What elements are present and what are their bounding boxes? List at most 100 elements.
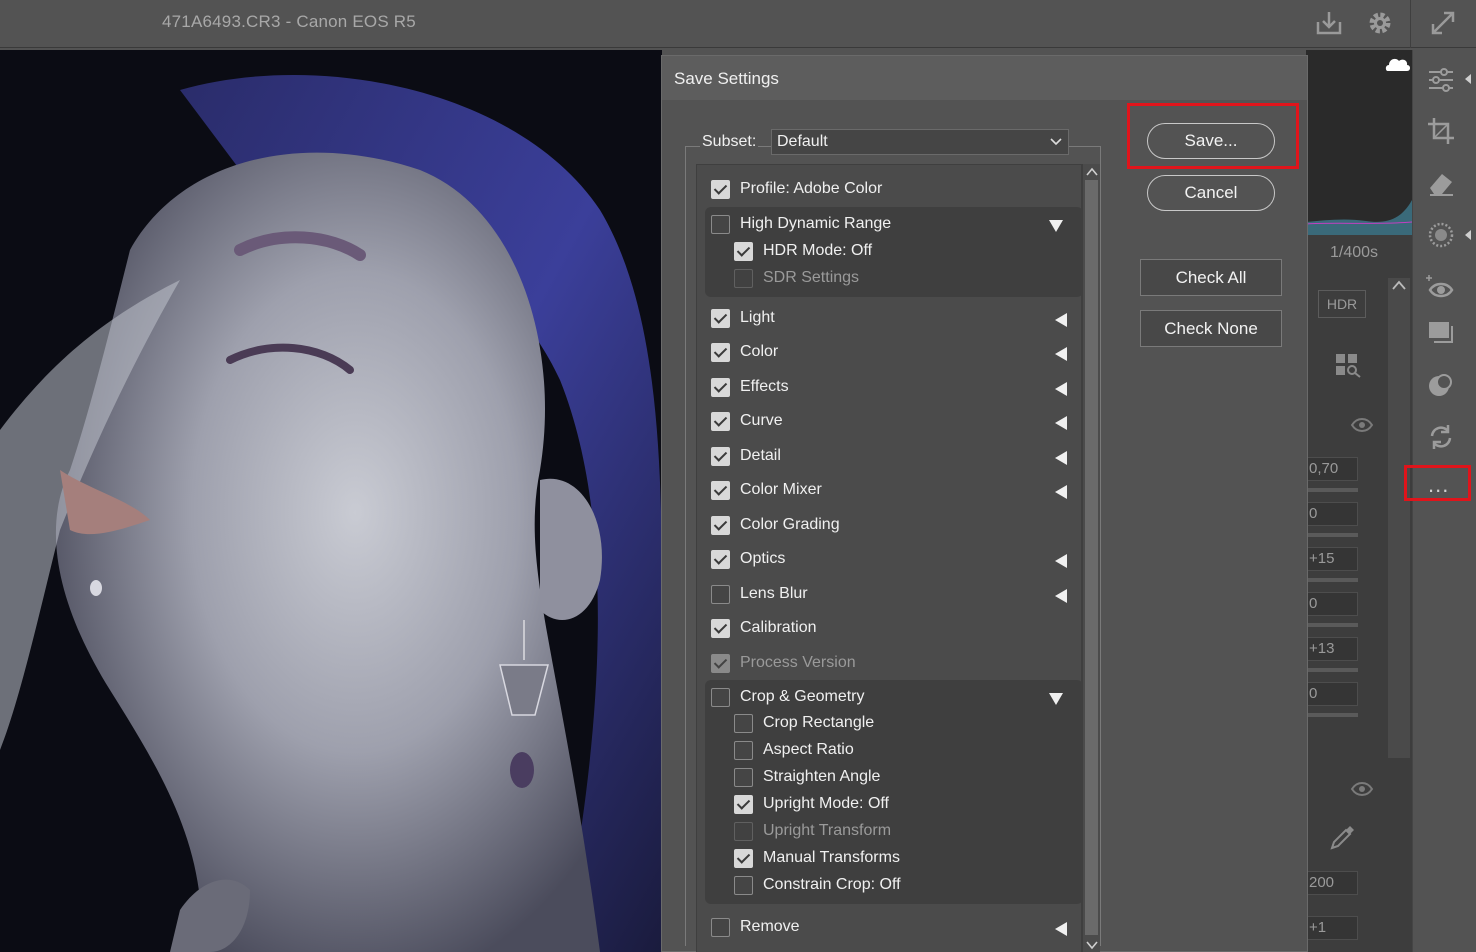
checklist-row[interactable]: Profile: Adobe Color (697, 177, 1081, 203)
checkbox[interactable] (734, 849, 753, 868)
checkbox[interactable] (711, 918, 730, 937)
disclosure-collapsed-icon[interactable] (1055, 416, 1067, 430)
checklist-row[interactable]: Remove (697, 915, 1081, 941)
slider-value[interactable]: +15 (1306, 547, 1358, 571)
cloud-icon[interactable] (1384, 53, 1412, 75)
slider-track[interactable] (1306, 533, 1358, 537)
save-button[interactable]: Save... (1147, 123, 1275, 159)
checkbox[interactable] (711, 343, 730, 362)
checklist-scrollbar[interactable] (1082, 164, 1100, 952)
checklist-row[interactable]: Aspect Ratio (697, 738, 1081, 764)
mask-icon[interactable] (1426, 220, 1456, 250)
gear-icon[interactable] (1365, 8, 1395, 38)
checklist-row[interactable]: Effects (697, 375, 1081, 401)
settings-checklist[interactable]: Profile: Adobe Color High Dynamic Range HD… (696, 164, 1082, 952)
checklist-row[interactable]: Curve (697, 409, 1081, 435)
redeye-icon[interactable] (1426, 272, 1456, 302)
more-options-icon[interactable]: ... (1428, 472, 1449, 498)
download-icon[interactable] (1314, 8, 1344, 38)
checkbox[interactable] (734, 768, 753, 787)
slider-value[interactable]: +13 (1306, 637, 1358, 661)
eye-icon[interactable] (1350, 416, 1374, 434)
disclosure-collapsed-icon[interactable] (1055, 554, 1067, 568)
presets-icon[interactable] (1426, 318, 1456, 348)
checkbox[interactable] (734, 795, 753, 814)
checklist-row[interactable]: Detail (697, 444, 1081, 470)
slider-track[interactable] (1306, 668, 1358, 672)
eraser-icon[interactable] (1426, 168, 1456, 198)
scroll-down-icon[interactable] (1086, 939, 1098, 951)
checkbox[interactable] (734, 876, 753, 895)
slider-value[interactable]: 0,70 (1306, 457, 1358, 481)
checklist-row[interactable]: Crop Rectangle (697, 711, 1081, 737)
disclosure-expanded-icon[interactable] (1049, 220, 1063, 232)
checkbox[interactable] (711, 412, 730, 431)
checklist-row[interactable]: Crop & Geometry (697, 685, 1081, 711)
checklist-row[interactable]: High Dynamic Range (697, 212, 1081, 238)
checklist-row[interactable]: Manual Transforms (697, 846, 1081, 872)
checkbox[interactable] (711, 550, 730, 569)
checklist-row[interactable]: Color Grading (697, 513, 1081, 539)
checklist-row[interactable]: Lens Blur (697, 582, 1081, 608)
checklist-row[interactable]: Calibration (697, 616, 1081, 642)
disclosure-expanded-icon[interactable] (1049, 693, 1063, 705)
hdr-button[interactable]: HDR (1318, 290, 1366, 318)
disclosure-collapsed-icon[interactable] (1055, 347, 1067, 361)
checklist-row[interactable]: Upright Mode: Off (697, 792, 1081, 818)
checkbox[interactable] (711, 619, 730, 638)
slider-value[interactable]: 0 (1306, 682, 1358, 706)
slider-track[interactable] (1306, 623, 1358, 627)
scroll-up-icon[interactable] (1392, 280, 1406, 290)
checkbox[interactable] (711, 215, 730, 234)
slider-value[interactable]: 0 (1306, 502, 1358, 526)
slider-track[interactable] (1306, 488, 1358, 492)
checkbox[interactable] (711, 481, 730, 500)
slider-track[interactable] (1306, 578, 1358, 582)
eyedropper-icon[interactable] (1328, 822, 1358, 852)
checkbox[interactable] (711, 180, 730, 199)
checkbox[interactable] (711, 516, 730, 535)
checklist-row[interactable]: Light (697, 306, 1081, 332)
grid-zoom-icon[interactable] (1334, 352, 1362, 378)
sliders-icon[interactable] (1426, 64, 1456, 94)
scroll-up-icon[interactable] (1086, 166, 1098, 178)
disclosure-collapsed-icon[interactable] (1055, 451, 1067, 465)
checkbox[interactable] (711, 447, 730, 466)
checklist-row[interactable]: Optics (697, 547, 1081, 573)
scroll-thumb[interactable] (1085, 180, 1098, 935)
slider-value[interactable]: 0 (1306, 592, 1358, 616)
check-none-button[interactable]: Check None (1140, 310, 1282, 347)
check-all-button[interactable]: Check All (1140, 259, 1282, 296)
expand-icon[interactable] (1428, 8, 1458, 38)
slider-value[interactable]: 200 (1306, 871, 1358, 895)
checklist-row[interactable]: Constrain Crop: Off (697, 873, 1081, 899)
disclosure-collapsed-icon[interactable] (1055, 589, 1067, 603)
panel-scrollbar[interactable] (1388, 278, 1410, 758)
checklist-row[interactable]: HDR Mode: Off (697, 239, 1081, 265)
disclosure-collapsed-icon[interactable] (1055, 922, 1067, 936)
slider-value[interactable]: +1 (1306, 916, 1358, 940)
checklist-row[interactable]: Color (697, 340, 1081, 366)
eye-icon[interactable] (1350, 780, 1374, 798)
checkbox (711, 654, 730, 673)
subset-dropdown[interactable]: Default (771, 129, 1069, 155)
snapshots-icon[interactable] (1426, 370, 1456, 400)
checkbox[interactable] (734, 242, 753, 261)
checkbox[interactable] (711, 378, 730, 397)
photo-preview[interactable] (0, 50, 662, 952)
sync-icon[interactable] (1426, 422, 1456, 452)
cancel-button[interactable]: Cancel (1147, 175, 1275, 211)
crop-icon[interactable] (1426, 116, 1456, 146)
checklist-label: Color (740, 343, 779, 360)
checkbox[interactable] (711, 585, 730, 604)
checklist-row[interactable]: Color Mixer (697, 478, 1081, 504)
disclosure-collapsed-icon[interactable] (1055, 485, 1067, 499)
disclosure-collapsed-icon[interactable] (1055, 313, 1067, 327)
slider-track[interactable] (1306, 713, 1358, 717)
checkbox[interactable] (734, 714, 753, 733)
checklist-row[interactable]: Straighten Angle (697, 765, 1081, 791)
checkbox[interactable] (711, 309, 730, 328)
checkbox[interactable] (711, 688, 730, 707)
checkbox[interactable] (734, 741, 753, 760)
disclosure-collapsed-icon[interactable] (1055, 382, 1067, 396)
